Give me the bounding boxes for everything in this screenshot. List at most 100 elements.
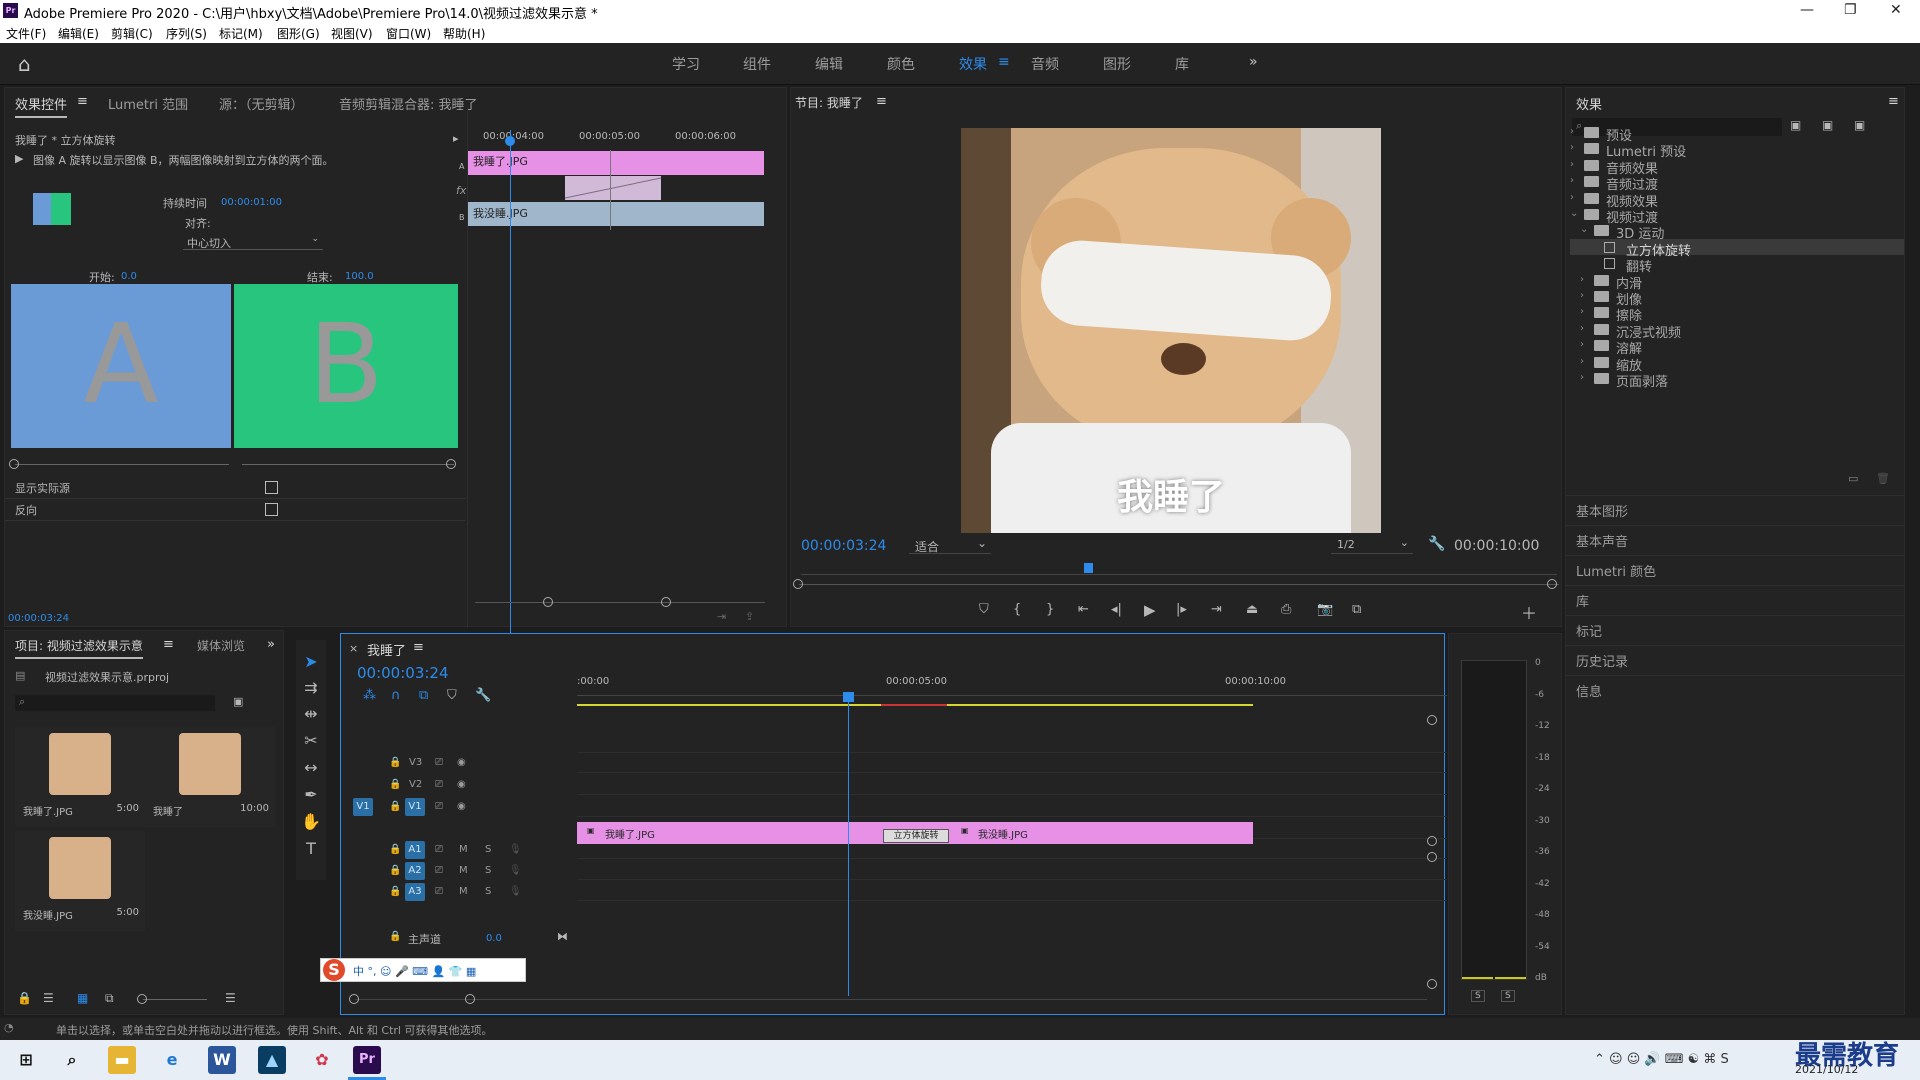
mute-button[interactable]: M	[459, 886, 468, 897]
track-lock-icon[interactable]: 🔒	[389, 779, 401, 790]
ec-zoom-handle-left[interactable]	[543, 597, 553, 607]
ec-filter-icon[interactable]: ⇥	[717, 610, 726, 623]
program-zoom-bar[interactable]	[799, 584, 1559, 585]
start-slider[interactable]	[15, 464, 229, 465]
workspace-audio[interactable]: 音频	[1031, 54, 1059, 74]
workspace-libraries[interactable]: 库	[1175, 54, 1189, 74]
ec-playhead[interactable]	[510, 130, 511, 684]
menu-graphics[interactable]: 图形(G)	[277, 25, 320, 42]
video-scroll-top-handle[interactable]	[1427, 715, 1437, 725]
file-explorer-icon[interactable]: ▬	[108, 1046, 136, 1074]
more-workspaces-icon[interactable]: »	[1249, 54, 1258, 70]
chevron-down-icon[interactable]: ⌄	[1570, 208, 1578, 219]
mark-out-icon[interactable]: }	[1046, 602, 1054, 617]
solo-button[interactable]: S	[485, 865, 491, 876]
effects-search-input[interactable]: ⌕	[1572, 118, 1782, 136]
new-bin-from-search-icon[interactable]: ▣	[233, 695, 243, 708]
ripple-edit-tool-icon[interactable]: ⇹	[299, 704, 323, 723]
sync-lock-icon[interactable]: ⎚	[435, 886, 443, 897]
show-actual-sources-checkbox[interactable]	[265, 481, 278, 494]
mark-in-icon[interactable]: {	[1013, 602, 1021, 617]
program-zoom-handle-left[interactable]	[793, 579, 803, 589]
sync-lock-icon[interactable]: ⎚	[435, 757, 443, 768]
eye-icon[interactable]: ◉	[457, 779, 466, 790]
reverse-checkbox[interactable]	[265, 503, 278, 516]
eye-icon[interactable]: ◉	[457, 801, 466, 812]
ec-zoom-handle-right[interactable]	[661, 597, 671, 607]
effects-item[interactable]: 页面剥落	[1616, 371, 1668, 390]
master-expand-icon[interactable]: ⧓	[557, 930, 568, 943]
voice-over-record-icon[interactable]: 🎙	[509, 865, 522, 876]
video-scroll-bottom-handle[interactable]	[1427, 836, 1437, 846]
home-icon[interactable]: ⌂	[18, 52, 31, 76]
program-zoom-handle-right[interactable]	[1547, 579, 1557, 589]
type-tool-icon[interactable]: T	[299, 839, 323, 858]
menu-help[interactable]: 帮助(H)	[443, 25, 485, 42]
freeform-view-icon[interactable]: ⧉	[105, 991, 114, 1006]
play-icon[interactable]: ▶	[1144, 601, 1156, 619]
comparison-view-icon[interactable]: ⧉	[1352, 602, 1361, 617]
timeline-title[interactable]: 我睡了	[367, 640, 406, 659]
mute-button[interactable]: M	[459, 844, 468, 855]
edge-browser-icon[interactable]: e	[158, 1046, 186, 1074]
project-item-2[interactable]: 我睡了 10:00	[145, 727, 275, 827]
go-to-in-icon[interactable]: ⇤	[1078, 602, 1089, 617]
word-icon[interactable]: W	[208, 1046, 236, 1074]
workspace-learn[interactable]: 学习	[672, 54, 700, 74]
menu-window[interactable]: 窗口(W)	[386, 25, 431, 42]
new-bin-icon[interactable]: ▭	[1848, 472, 1858, 485]
pen-tool-icon[interactable]: ✒	[299, 785, 323, 804]
sync-lock-icon[interactable]: ⎚	[435, 844, 443, 855]
eye-icon[interactable]: ◉	[457, 757, 466, 768]
start-slider-handle[interactable]	[9, 459, 19, 469]
sort-icon[interactable]: ☰	[225, 991, 236, 1005]
end-slider[interactable]	[242, 464, 454, 465]
track-lock-icon[interactable]: 🔒	[389, 801, 401, 812]
track-lock-icon[interactable]: 🔒	[389, 844, 401, 855]
collapsed-panel-tab[interactable]: Lumetri 颜色	[1576, 561, 1656, 580]
maximize-icon[interactable]: ❐	[1844, 2, 1857, 18]
play-transition-icon[interactable]: ▶	[15, 152, 23, 165]
tab-effect-controls[interactable]: 效果控件	[15, 94, 68, 118]
transition-clip[interactable]: 立方体旋转	[883, 829, 949, 843]
menu-markers[interactable]: 标记(M)	[219, 25, 263, 42]
slip-tool-icon[interactable]: ↔	[299, 758, 323, 777]
workspace-graphics[interactable]: 图形	[1103, 54, 1131, 74]
thumbnail-size-slider[interactable]	[143, 999, 207, 1000]
workspace-color[interactable]: 颜色	[887, 54, 915, 74]
track-b-clip[interactable]: 我没睡.JPG	[468, 202, 764, 226]
program-playhead[interactable]	[1084, 563, 1093, 573]
tab-menu-icon[interactable]: ≡	[77, 94, 88, 109]
system-tray-icons[interactable]: ⌃ ☺ ☺ 🔊 ⌨ ☯ ⌘ S	[1594, 1052, 1729, 1067]
master-volume[interactable]: 0.0	[486, 933, 502, 944]
resolution-dropdown[interactable]: 1/2 ⌄	[1331, 536, 1413, 554]
track-label[interactable]: A3	[405, 883, 425, 901]
workspace-menu-icon[interactable]: ≡	[998, 54, 1010, 70]
close-icon[interactable]: ✕	[1890, 2, 1902, 18]
source-patch-v1[interactable]: V1	[353, 798, 373, 816]
thumbnail-size-handle[interactable]	[137, 994, 147, 1004]
minimize-icon[interactable]: —	[1800, 2, 1814, 18]
transition-region[interactable]	[565, 176, 661, 200]
workspace-editing[interactable]: 编辑	[815, 54, 843, 74]
audio-scroll-bottom-handle[interactable]	[1427, 979, 1437, 989]
hand-tool-icon[interactable]: ✋	[299, 812, 323, 831]
collapsed-panel-tab[interactable]: 库	[1576, 591, 1589, 610]
timeline-playhead-handle[interactable]	[843, 692, 854, 702]
taskbar-search-icon[interactable]: ⌕	[58, 1046, 86, 1074]
timeline-zoom-handle-right[interactable]	[465, 994, 475, 1004]
track-select-tool-icon[interactable]: ⇉	[299, 678, 323, 697]
photos-icon[interactable]: ▲	[258, 1046, 286, 1074]
step-forward-icon[interactable]: |▸	[1176, 602, 1187, 617]
32bit-effects-icon[interactable]: ▣	[1822, 118, 1833, 132]
ec-playhead-handle[interactable]	[505, 136, 515, 146]
collapsed-panel-tab[interactable]: 基本图形	[1576, 501, 1628, 520]
menu-edit[interactable]: 编辑(E)	[58, 25, 99, 42]
paint-app-icon[interactable]: ✿	[308, 1046, 336, 1074]
menu-file[interactable]: 文件(F)	[6, 25, 46, 42]
chevron-down-icon[interactable]: ⌄	[1580, 224, 1588, 235]
go-to-out-icon[interactable]: ⇥	[1211, 602, 1222, 617]
end-slider-handle[interactable]	[446, 459, 456, 469]
meter-solo-right[interactable]: S	[1501, 990, 1515, 1002]
workspace-effects[interactable]: 效果	[959, 54, 987, 74]
